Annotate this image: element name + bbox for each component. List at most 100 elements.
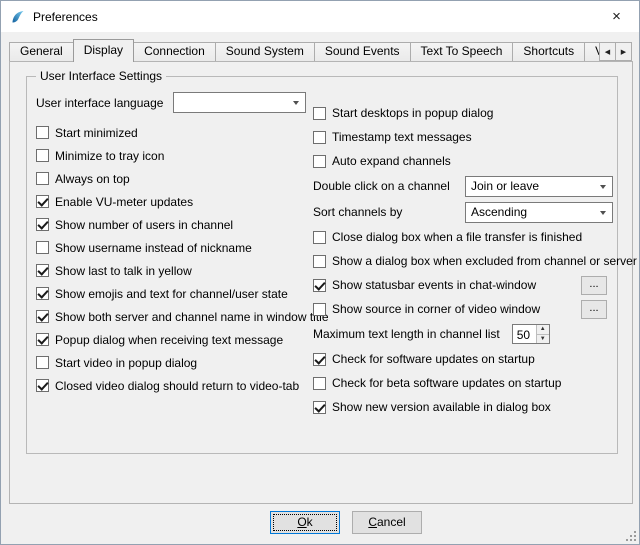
start-desktops-in-popup-dialog-checkbox[interactable] [313,107,326,120]
checkbox-label[interactable]: Show last to talk in yellow [55,264,192,278]
spin-up-button[interactable]: ▲ [537,325,549,335]
close-button[interactable]: × [594,1,639,32]
option-row: Show emojis and text for channel/user st… [36,282,306,305]
left-column: User interface language Start minimizedM… [36,92,306,397]
checkbox-label[interactable]: Show new version available in dialog box [332,400,551,414]
show-statusbar-events-checkbox[interactable] [313,279,326,292]
show-username-instead-of-nickname-checkbox[interactable] [36,241,49,254]
tab-general[interactable]: General [9,42,74,61]
show-last-to-talk-in-yellow-checkbox[interactable] [36,264,49,277]
spinner-value: 50 [513,325,536,343]
show-number-of-users-in-channel-checkbox[interactable] [36,218,49,231]
arrow-up-icon: ▲ [540,326,546,332]
checkbox-label[interactable]: Show username instead of nickname [55,241,252,255]
tab-scroll-right-button[interactable]: ▶ [615,42,632,61]
checkbox-label[interactable]: Minimize to tray icon [55,149,164,163]
option-row: Start video in popup dialog [36,351,306,374]
checkbox-label[interactable]: Show a dialog box when excluded from cha… [332,254,637,268]
checkbox-label[interactable]: Show emojis and text for channel/user st… [55,287,288,301]
checkbox-label[interactable]: Auto expand channels [332,154,451,168]
show-a-dialog-box-when-excluded-from-channel-or-server-checkbox[interactable] [313,255,326,268]
show-both-server-and-channel-name-in-window-title-checkbox[interactable] [36,310,49,323]
popup-dialog-when-receiving-text-message-checkbox[interactable] [36,333,49,346]
start-minimized-checkbox[interactable] [36,126,49,139]
checkbox-label[interactable]: Show statusbar events in chat-window [332,278,536,292]
sort-channels-combobox[interactable]: Ascending [465,202,613,223]
checkbox-label[interactable]: Show source in corner of video window [332,302,540,316]
show-video-source-checkbox[interactable] [313,303,326,316]
arrow-right-icon: ▶ [621,48,626,56]
close-dialog-box-when-a-file-transfer-is-finished-checkbox[interactable] [313,231,326,244]
option-row: Show a dialog box when excluded from cha… [313,249,613,273]
minimize-to-tray-icon-checkbox[interactable] [36,149,49,162]
show-emojis-and-text-for-channel-user-state-checkbox[interactable] [36,287,49,300]
tab-connection[interactable]: Connection [133,42,216,61]
max-text-length-spinner[interactable]: 50 ▲ ▼ [512,324,550,344]
tab-scroll-buttons: ◀ ▶ [600,42,632,61]
enable-vu-meter-updates-checkbox[interactable] [36,195,49,208]
double-click-combobox[interactable]: Join or leave [465,176,613,197]
statusbar-events-row: Show statusbar events in chat-window ... [313,273,613,297]
statusbar-events-browse-button[interactable]: ... [581,276,607,295]
chevron-down-icon [600,185,606,189]
sort-channels-row: Sort channels by Ascending [313,199,613,225]
language-combobox[interactable] [173,92,306,113]
title-bar: Preferences × [1,1,639,32]
video-source-browse-button[interactable]: ... [581,300,607,319]
video-source-row: Show source in corner of video window ..… [313,297,613,321]
tab-sound-events[interactable]: Sound Events [314,42,411,61]
auto-expand-channels-checkbox[interactable] [313,155,326,168]
app-icon [10,9,26,25]
tab-scroll-left-button[interactable]: ◀ [599,42,616,61]
closed-video-dialog-should-return-to-video-tab-checkbox[interactable] [36,379,49,392]
checkbox-label[interactable]: Show number of users in channel [55,218,233,232]
checkbox-label[interactable]: Start video in popup dialog [55,356,197,370]
ui-settings-group: User Interface Settings User interface l… [26,76,618,454]
arrow-left-icon: ◀ [605,48,610,56]
sort-channels-label: Sort channels by [313,205,402,219]
left-options-list: Start minimized Minimize to tray icon Alwa… [36,121,306,397]
double-click-combobox-value: Join or leave [471,179,539,193]
checkbox-label[interactable]: Popup dialog when receiving text message [55,333,283,347]
checkbox-label[interactable]: Always on top [55,172,130,186]
checkbox-label[interactable]: Start desktops in popup dialog [332,106,493,120]
checkbox-label[interactable]: Start minimized [55,126,138,140]
check-for-beta-software-updates-on-startup-checkbox[interactable] [313,377,326,390]
checkbox-label[interactable]: Check for beta software updates on start… [332,376,561,390]
spin-down-button[interactable]: ▼ [537,335,549,344]
option-row: Check for beta software updates on start… [313,371,613,395]
cancel-button[interactable]: Cancel [352,511,422,534]
double-click-label: Double click on a channel [313,179,450,193]
timestamp-text-messages-checkbox[interactable] [313,131,326,144]
option-row: Always on top [36,167,306,190]
check-for-software-updates-on-startup-checkbox[interactable] [313,353,326,366]
tab-text-to-speech[interactable]: Text To Speech [410,42,514,61]
start-video-in-popup-dialog-checkbox[interactable] [36,356,49,369]
option-row: Enable VU-meter updates [36,190,306,213]
checkbox-label[interactable]: Show both server and channel name in win… [55,310,329,324]
right-top-options-list: Start desktops in popup dialog Timestamp … [313,101,613,173]
checkbox-label[interactable]: Close dialog box when a file transfer is… [332,230,582,244]
chevron-down-icon [293,101,299,105]
tab-sound-system[interactable]: Sound System [215,42,315,61]
checkbox-label[interactable]: Timestamp text messages [332,130,472,144]
option-row: Show last to talk in yellow [36,259,306,282]
checkbox-label[interactable]: Closed video dialog should return to vid… [55,379,299,393]
max-text-length-row: Maximum text length in channel list 50 ▲… [313,321,613,347]
tab-display[interactable]: Display [73,39,134,62]
always-on-top-checkbox[interactable] [36,172,49,185]
option-row: Closed video dialog should return to vid… [36,374,306,397]
chevron-down-icon [600,211,606,215]
tab-shortcuts[interactable]: Shortcuts [512,42,585,61]
ok-button[interactable]: Ok [270,511,340,534]
checkbox-label[interactable]: Enable VU-meter updates [55,195,193,209]
show-new-version-available-in-dialog-box-checkbox[interactable] [313,401,326,414]
arrow-down-icon: ▼ [540,336,546,342]
option-row: Show new version available in dialog box [313,395,613,419]
right-bottom-options-list: Check for software updates on startup Che… [313,347,613,419]
resize-grip[interactable] [625,530,637,542]
spinner-buttons: ▲ ▼ [536,325,549,343]
option-row: Show number of users in channel [36,213,306,236]
option-row: Start minimized [36,121,306,144]
checkbox-label[interactable]: Check for software updates on startup [332,352,535,366]
